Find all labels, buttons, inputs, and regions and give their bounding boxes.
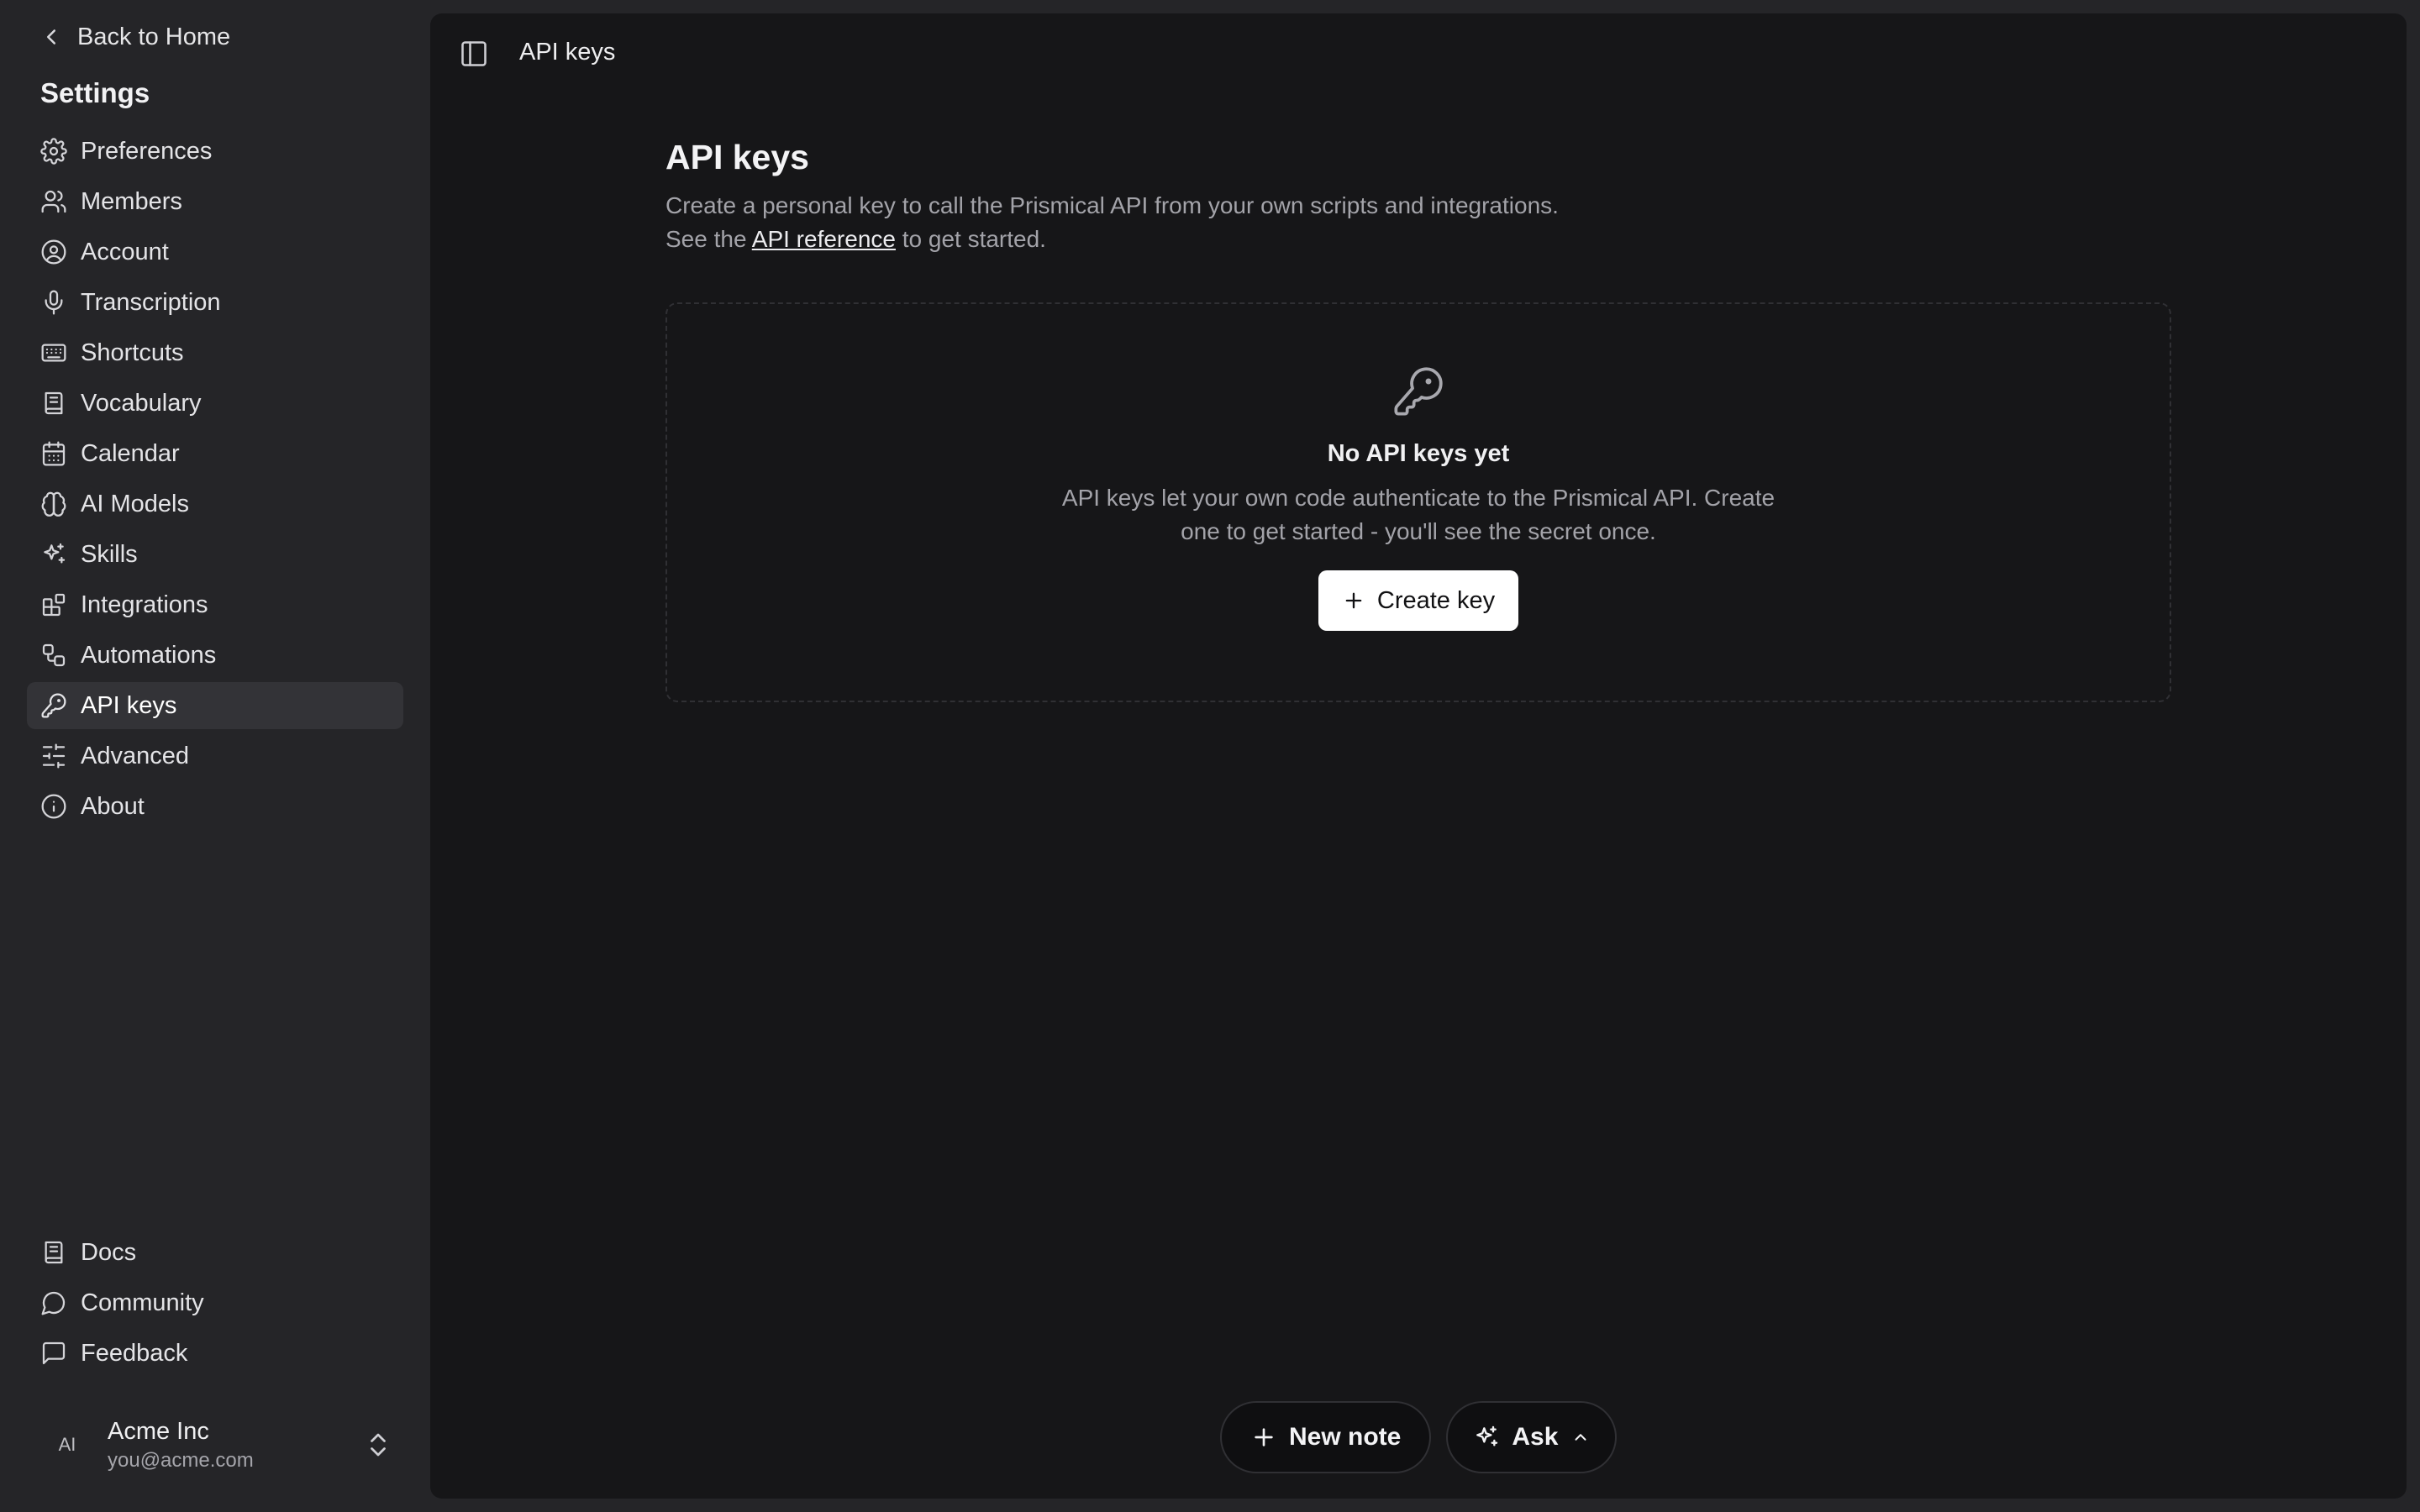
key-icon (40, 692, 67, 719)
chevron-up-icon (1571, 1428, 1590, 1446)
sidebar-item-ai-models[interactable]: AI Models (27, 480, 403, 528)
microphone-icon (40, 289, 67, 316)
user-circle-icon (40, 239, 67, 265)
info-icon (40, 793, 67, 820)
message-square-icon (40, 1340, 67, 1367)
sidebar-item-label: Advanced (81, 742, 189, 769)
empty-state-title: No API keys yet (1327, 440, 1510, 467)
settings-nav: Preferences Members Account Transcriptio… (27, 128, 403, 833)
sidebar-item-docs[interactable]: Docs (27, 1229, 403, 1276)
empty-state-description: API keys let your own code authenticate … (1061, 485, 1776, 544)
empty-state-card: No API keys yet API keys let your own co… (666, 302, 2171, 702)
account-name: Acme Inc (108, 1417, 209, 1445)
sidebar-item-label: Shortcuts (81, 339, 184, 366)
sidebar-item-transcription[interactable]: Transcription (27, 279, 403, 326)
sparkles-icon (1473, 1424, 1500, 1451)
key-icon (1392, 365, 1445, 418)
sidebar-item-label: Members (81, 187, 182, 215)
page-description-line1: Create a personal key to call the Prismi… (666, 192, 1559, 218)
ask-button[interactable]: Ask (1446, 1401, 1618, 1473)
settings-sidebar: Back to Home Settings Preferences Member… (0, 0, 430, 1512)
sidebar-item-label: Preferences (81, 137, 213, 165)
sidebar-item-community[interactable]: Community (27, 1279, 403, 1326)
sidebar-item-integrations[interactable]: Integrations (27, 581, 403, 628)
plus-icon (1250, 1424, 1277, 1451)
sidebar-item-skills[interactable]: Skills (27, 531, 403, 578)
sidebar-item-automations[interactable]: Automations (27, 632, 403, 679)
sidebar-item-shortcuts[interactable]: Shortcuts (27, 329, 403, 376)
sidebar-item-preferences[interactable]: Preferences (27, 128, 403, 175)
account-email: you@acme.com (108, 1448, 254, 1472)
sidebar-item-label: Automations (81, 641, 217, 669)
sidebar-item-label: Integrations (81, 591, 208, 618)
new-note-label: New note (1289, 1423, 1402, 1451)
book-icon (40, 1239, 67, 1266)
page-description-prefix: See the (666, 226, 752, 252)
sidebar-item-about[interactable]: About (27, 783, 403, 830)
create-key-button[interactable]: Create key (1318, 570, 1519, 631)
sidebar-item-api-keys[interactable]: API keys (27, 682, 403, 729)
page-description-suffix: to get started. (895, 226, 1046, 252)
sidebar-item-label: Calendar (81, 439, 180, 467)
account-switcher[interactable]: AI Acme Inc you@acme.com (40, 1411, 393, 1478)
sidebar-item-label: API keys (81, 691, 177, 719)
settings-title: Settings (40, 77, 150, 108)
create-key-label: Create key (1376, 586, 1496, 614)
brain-icon (40, 491, 67, 517)
new-note-button[interactable]: New note (1220, 1401, 1432, 1473)
book-icon (40, 390, 67, 417)
chat-bubble-icon (40, 1289, 67, 1316)
back-to-home-label: Back to Home (77, 23, 231, 50)
account-info: Acme Inc you@acme.com (108, 1418, 254, 1473)
page-description: Create a personal key to call the Prismi… (666, 189, 2171, 256)
keyboard-icon (40, 339, 67, 366)
sidebar-item-label: About (81, 792, 145, 820)
api-reference-link[interactable]: API reference (752, 226, 896, 252)
blocks-icon (40, 591, 67, 618)
calendar-icon (40, 440, 67, 467)
floating-action-bar: New note Ask (1220, 1401, 1618, 1473)
ask-label: Ask (1512, 1423, 1559, 1451)
avatar: AI (58, 1434, 76, 1455)
workflow-icon (40, 642, 67, 669)
sidebar-item-members[interactable]: Members (27, 178, 403, 225)
sidebar-item-label: Vocabulary (81, 389, 202, 417)
sidebar-item-label: AI Models (81, 490, 189, 517)
gear-icon (40, 138, 67, 165)
sidebar-item-feedback[interactable]: Feedback (27, 1330, 403, 1377)
sidebar-item-calendar[interactable]: Calendar (27, 430, 403, 477)
sidebar-item-label: Feedback (81, 1339, 188, 1367)
sidebar-bottom-nav: Docs Community Feedback (27, 1229, 403, 1380)
sparkles-icon (40, 541, 67, 568)
back-to-home-link[interactable]: Back to Home (39, 20, 230, 54)
sidebar-toggle-icon[interactable] (459, 39, 489, 69)
topbar: API keys (430, 13, 2407, 94)
sidebar-item-account[interactable]: Account (27, 228, 403, 276)
sidebar-item-advanced[interactable]: Advanced (27, 732, 403, 780)
sidebar-item-label: Docs (81, 1238, 137, 1266)
page-header: API keys Create a personal key to call t… (666, 138, 2171, 256)
breadcrumb: API keys (519, 39, 616, 66)
chevron-left-icon (39, 24, 64, 50)
chevrons-up-down-icon[interactable] (363, 1430, 393, 1460)
users-icon (40, 188, 67, 215)
sidebar-item-vocabulary[interactable]: Vocabulary (27, 380, 403, 427)
sidebar-item-label: Account (81, 238, 169, 265)
page-title: API keys (666, 138, 809, 176)
sliders-icon (40, 743, 67, 769)
sidebar-item-label: Transcription (81, 288, 221, 316)
sidebar-item-label: Community (81, 1289, 204, 1316)
sidebar-item-label: Skills (81, 540, 138, 568)
plus-icon (1342, 589, 1365, 612)
main-panel: API keys API keys Create a personal key … (430, 13, 2407, 1499)
